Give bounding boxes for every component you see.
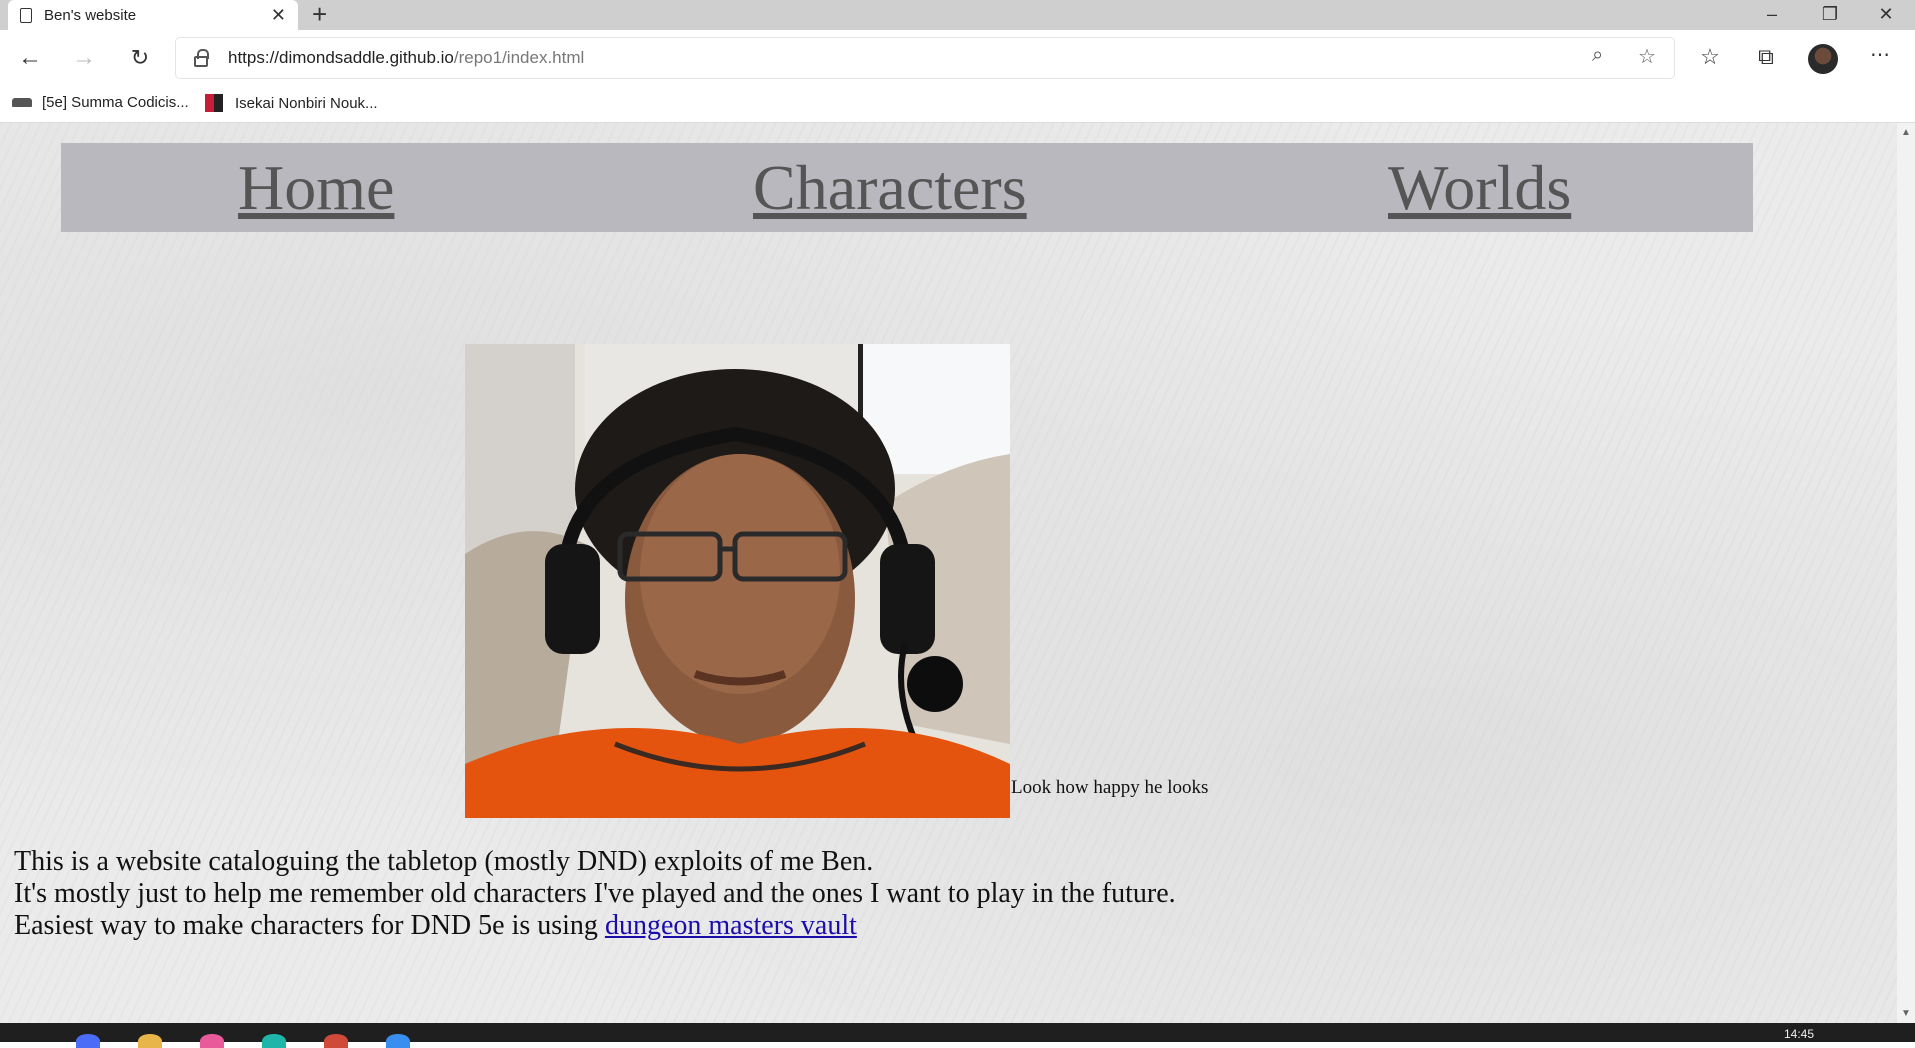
zoom-icon[interactable]: ⌕ xyxy=(1592,44,1603,67)
page-icon xyxy=(20,7,32,23)
window-close-button[interactable]: ✕ xyxy=(1856,0,1915,30)
address-bar[interactable]: https://dimondsaddle.github.io/repo1/ind… xyxy=(176,38,1674,78)
scroll-down-icon[interactable]: ▼ xyxy=(1897,1008,1915,1019)
nav-link-home[interactable]: Home xyxy=(238,151,394,225)
collections-icon[interactable]: ⧉ xyxy=(1750,44,1782,70)
intro-line-2: It's mostly just to help me remember old… xyxy=(14,878,1176,909)
dungeon-masters-vault-link[interactable]: dungeon masters vault xyxy=(605,910,857,941)
bookmarks-bar: [5e] Summa Codicis... Isekai Nonbiri Nou… xyxy=(0,86,1915,123)
restore-button[interactable]: ❐ xyxy=(1800,0,1860,30)
favorites-icon[interactable]: ☆ xyxy=(1694,44,1726,70)
more-icon[interactable]: ⋯ xyxy=(1864,42,1896,67)
browser-tab[interactable]: Ben's website ✕ xyxy=(8,0,298,30)
bookmark-isekai[interactable]: Isekai Nonbiri Nouk... xyxy=(205,94,378,112)
tab-strip: Ben's website ✕ + – ❐ ✕ xyxy=(0,0,1915,30)
minimize-button[interactable]: – xyxy=(1742,0,1802,30)
intro-line-1: This is a website cataloguing the tablet… xyxy=(14,846,874,877)
new-tab-button[interactable]: + xyxy=(312,0,327,30)
browser-toolbar: ← → ↻ https://dimondsaddle.github.io/rep… xyxy=(0,30,1915,86)
back-icon[interactable]: ← xyxy=(12,42,48,74)
site-nav: Home Characters Worlds xyxy=(61,143,1753,232)
edge-browser-icon[interactable] xyxy=(262,1034,286,1048)
lock-icon[interactable] xyxy=(194,48,209,67)
url-domain: https://dimondsaddle.github.io xyxy=(228,48,454,67)
nav-link-characters[interactable]: Characters xyxy=(753,151,1027,225)
bookmark-summa-codicis[interactable]: [5e] Summa Codicis... xyxy=(12,94,189,111)
add-favorite-icon[interactable]: ☆ xyxy=(1638,44,1656,69)
profile-avatar[interactable] xyxy=(1808,44,1838,74)
url-path: /repo1/index.html xyxy=(453,48,585,67)
forward-icon[interactable]: → xyxy=(66,42,102,74)
profile-photo xyxy=(465,344,1010,818)
dnd-site-icon xyxy=(12,98,32,107)
taskbar-app-icon[interactable] xyxy=(76,1034,100,1048)
taskbar-app-icon[interactable] xyxy=(200,1034,224,1048)
os-taskbar: 14:45 xyxy=(0,1023,1915,1048)
url-text[interactable]: https://dimondsaddle.github.io/repo1/ind… xyxy=(228,48,584,68)
tab-title: Ben's website xyxy=(44,6,137,24)
page-viewport: Home Characters Worlds Look how happy he… xyxy=(0,123,1897,1023)
bookmark-label: [5e] Summa Codicis... xyxy=(42,94,189,111)
scroll-up-icon[interactable]: ▲ xyxy=(1897,127,1915,138)
tab-close-icon[interactable]: ✕ xyxy=(271,5,286,26)
taskbar-app-icon[interactable] xyxy=(386,1034,410,1048)
refresh-icon[interactable]: ↻ xyxy=(122,42,158,74)
clock[interactable]: 14:45 xyxy=(1784,1027,1814,1041)
page-scrollbar[interactable]: ▲ ▼ xyxy=(1897,123,1915,1023)
intro-text: This is a website cataloguing the tablet… xyxy=(14,846,1176,942)
nav-link-worlds[interactable]: Worlds xyxy=(1388,151,1571,225)
intro-line-3-text: Easiest way to make characters for DND 5… xyxy=(14,910,605,941)
intro-line-3: Easiest way to make characters for DND 5… xyxy=(14,910,1176,942)
file-explorer-icon[interactable] xyxy=(138,1034,162,1048)
taskbar-app-icon[interactable] xyxy=(324,1034,348,1048)
manga-site-icon xyxy=(205,94,223,112)
photo-caption: Look how happy he looks xyxy=(1011,777,1209,798)
bookmark-label: Isekai Nonbiri Nouk... xyxy=(235,94,378,112)
